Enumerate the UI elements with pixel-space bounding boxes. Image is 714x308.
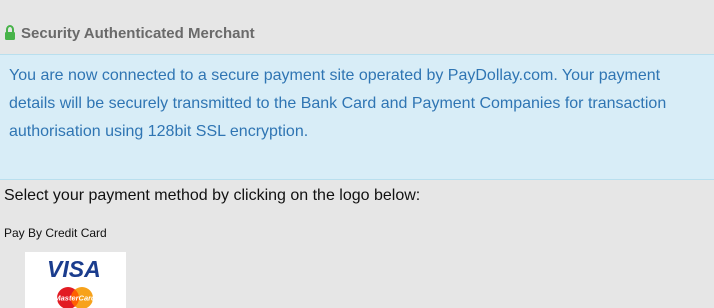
lock-icon [4, 24, 16, 41]
mastercard-logo-text: MasterCard [54, 294, 96, 303]
security-alert: You are now connected to a secure paymen… [0, 54, 714, 180]
security-message: You are now connected to a secure paymen… [9, 67, 667, 140]
visa-logo-text: VISA [47, 256, 101, 282]
security-title: Security Authenticated Merchant [21, 24, 255, 42]
mastercard-icon: MasterCard [54, 287, 96, 308]
payment-security-page: Security Authenticated Merchant You are … [0, 0, 714, 308]
payment-instruction: Select your payment method by clicking o… [4, 187, 421, 204]
visa-mastercard-logo-button[interactable]: VISA MasterCard [25, 252, 126, 308]
credit-card-method-label: Pay By Credit Card [4, 226, 107, 240]
security-heading: Security Authenticated Merchant [4, 22, 255, 44]
red-banner-fragment [0, 0, 714, 6]
